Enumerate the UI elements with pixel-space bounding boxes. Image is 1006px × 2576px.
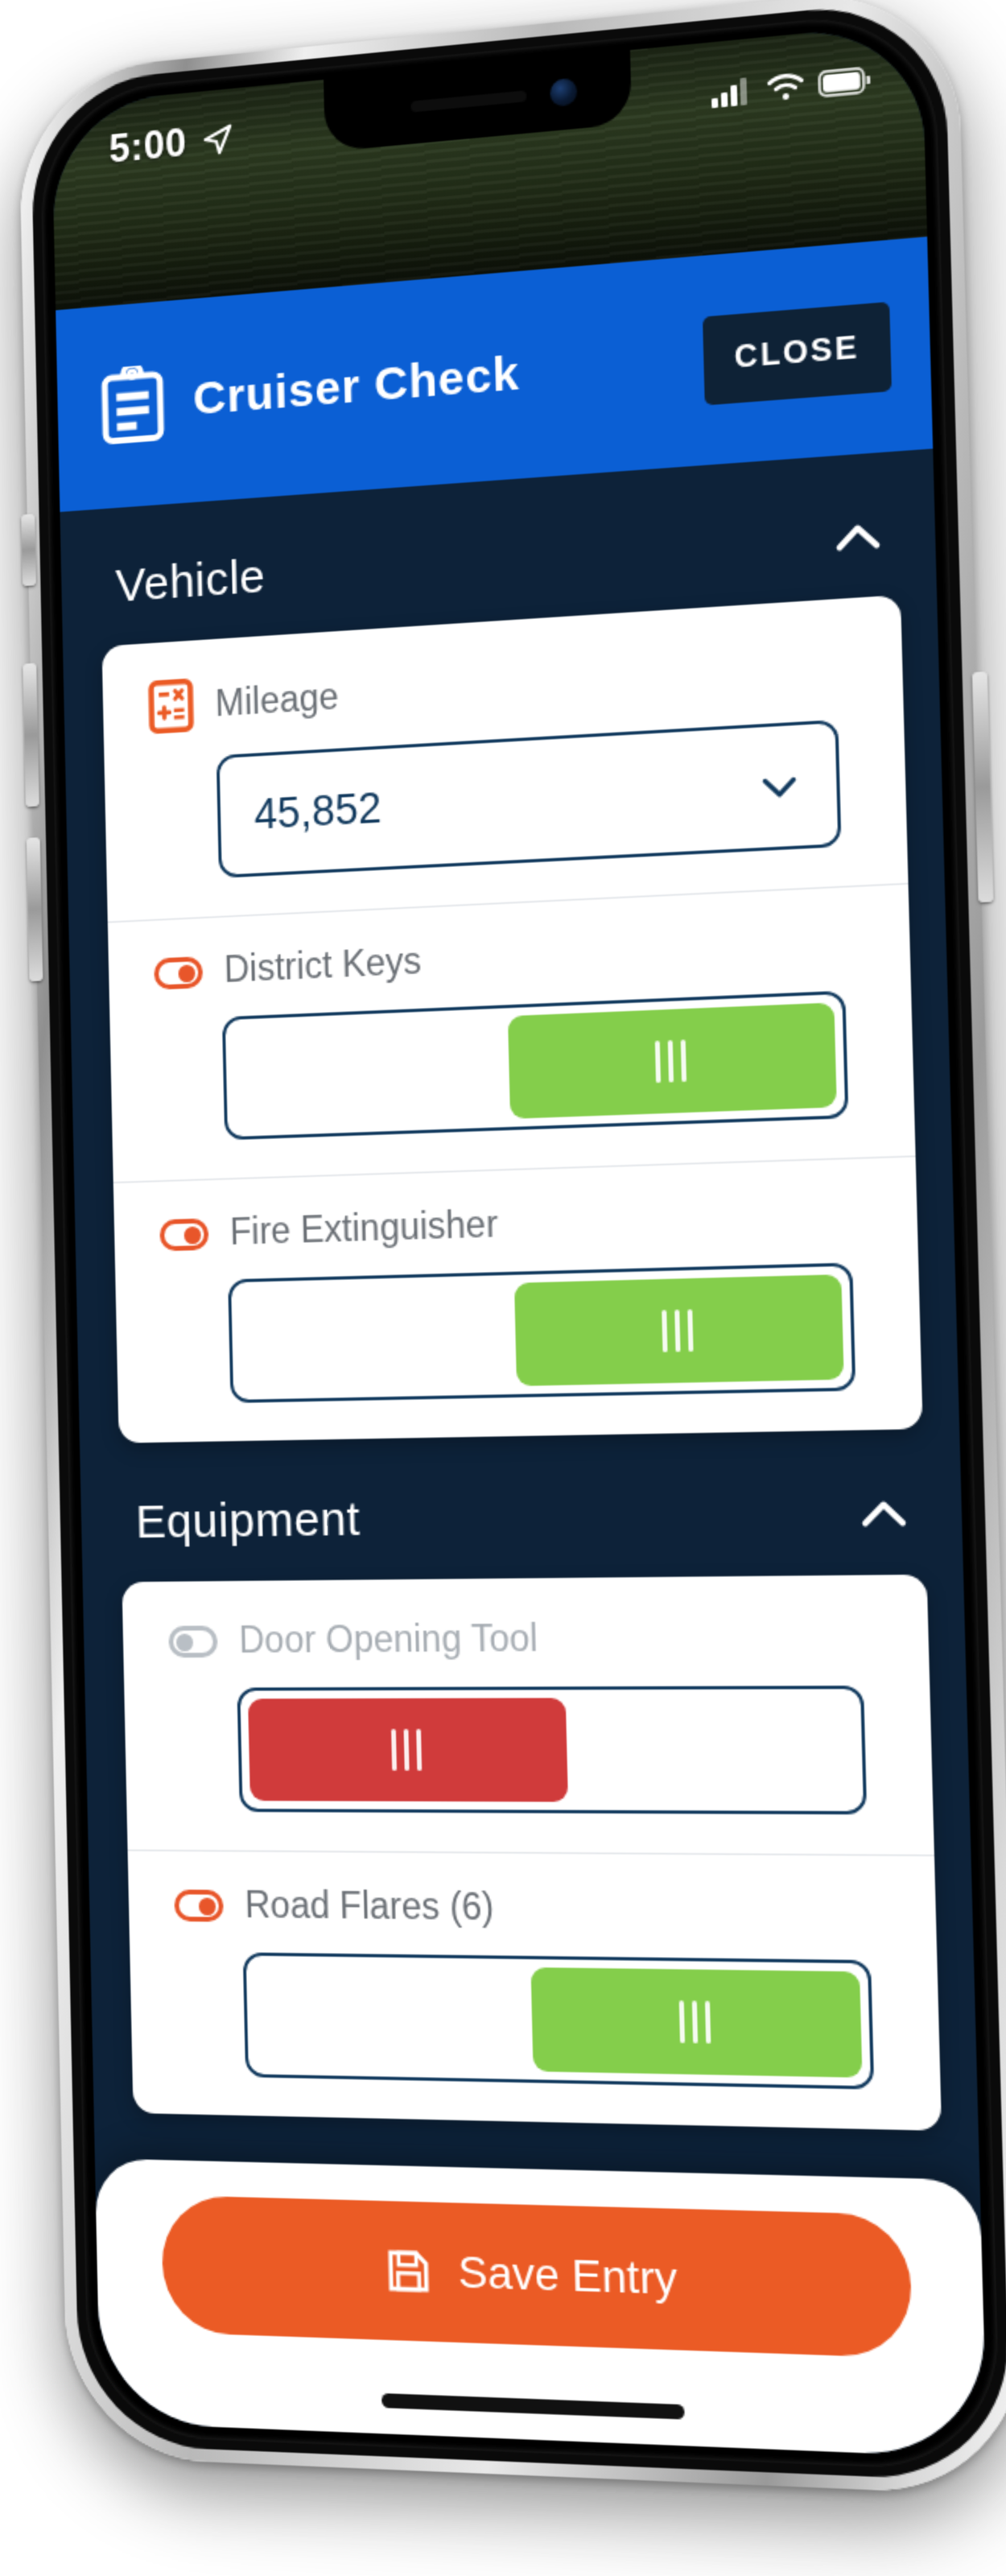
- district-keys-slider[interactable]: [221, 990, 849, 1141]
- battery-full-icon: [818, 65, 871, 97]
- wifi-icon: [766, 71, 806, 101]
- label-fire-extinguisher: Fire Extinguisher: [229, 1203, 499, 1253]
- form-row-fire-extinguisher: Fire Extinguisher: [113, 1155, 922, 1422]
- form-row-mileage: Mileage 45,852: [102, 605, 908, 899]
- location-arrow-icon: [200, 122, 234, 159]
- form-row-road-flares: Road Flares (6): [127, 1849, 942, 2107]
- slider-knob[interactable]: [248, 1698, 568, 1802]
- label-road-flares: Road Flares (6): [244, 1884, 495, 1928]
- fire-extinguisher-slider[interactable]: [228, 1262, 856, 1403]
- status-time: 5:00: [108, 120, 188, 171]
- section-header-equipment[interactable]: Equipment: [80, 1428, 963, 1575]
- row-label-mileage: Mileage: [136, 636, 868, 735]
- app-header-left: Cruiser Check: [99, 335, 521, 447]
- section-title-equipment: Equipment: [134, 1493, 361, 1549]
- slider-knob[interactable]: [514, 1274, 844, 1386]
- mileage-select[interactable]: 45,852: [216, 719, 842, 878]
- calculator-icon: [148, 678, 195, 734]
- phone-screen: 5:00 Cruiser Check CLOSE Vehicle Mileage…: [51, 22, 987, 2458]
- form-row-door-opening-tool: Door Opening Tool: [122, 1584, 934, 1831]
- cellular-signal-icon: [711, 77, 748, 109]
- row-label-district-keys: District Keys: [142, 919, 874, 996]
- footer-bar: Save Entry: [94, 2158, 987, 2458]
- road-flares-slider[interactable]: [242, 1952, 875, 2090]
- grip-icon: [390, 1728, 422, 1771]
- form-row-district-keys: District Keys: [107, 882, 915, 1160]
- grip-icon: [662, 1309, 694, 1352]
- home-indicator[interactable]: [381, 2392, 685, 2420]
- page-title: Cruiser Check: [192, 347, 521, 426]
- form-scroll-area[interactable]: Vehicle Mileage 45,852 District Keys Fir…: [60, 448, 987, 2458]
- section-title-vehicle: Vehicle: [114, 551, 266, 613]
- toggle-on-icon: [154, 955, 204, 989]
- label-district-keys: District Keys: [223, 939, 423, 990]
- toggle-off-icon: [168, 1624, 218, 1657]
- card-vehicle: Mileage 45,852 District Keys Fire Exting…: [101, 594, 923, 1443]
- save-entry-button[interactable]: Save Entry: [160, 2194, 913, 2359]
- row-label-road-flares: Road Flares (6): [162, 1883, 900, 1934]
- phone-wrapper: 5:00 Cruiser Check CLOSE Vehicle Mileage…: [8, 0, 1006, 2497]
- floppy-disk-icon: [382, 2244, 434, 2297]
- toggle-on-icon: [159, 1217, 209, 1251]
- mileage-value: 45,852: [254, 783, 382, 838]
- clipboard-icon: [99, 364, 167, 447]
- label-mileage: Mileage: [214, 675, 340, 724]
- chevron-up-icon[interactable]: [855, 1485, 913, 1542]
- close-button[interactable]: CLOSE: [703, 300, 893, 405]
- screenshot-canvas: 5:00 Cruiser Check CLOSE Vehicle Mileage…: [0, 0, 1006, 2576]
- save-entry-label: Save Entry: [457, 2246, 678, 2305]
- door-opening-tool-slider[interactable]: [237, 1685, 868, 1815]
- chevron-down-icon[interactable]: [754, 761, 804, 812]
- silent-switch[interactable]: [21, 514, 36, 587]
- phone-device: 5:00 Cruiser Check CLOSE Vehicle Mileage…: [6, 0, 1006, 2517]
- status-bar-left: 5:00: [109, 116, 234, 173]
- status-bar-right: [711, 64, 871, 109]
- label-door-opening-tool: Door Opening Tool: [238, 1616, 538, 1661]
- card-equipment: Door Opening Tool Road Flares (6): [122, 1574, 942, 2131]
- grip-icon: [678, 2000, 711, 2044]
- toggle-on-icon: [174, 1889, 224, 1922]
- chevron-up-icon[interactable]: [829, 508, 886, 567]
- row-label-fire-extinguisher: Fire Extinguisher: [147, 1191, 881, 1257]
- grip-icon: [654, 1039, 687, 1084]
- row-label-door-opening-tool: Door Opening Tool: [156, 1615, 893, 1663]
- slider-knob[interactable]: [530, 1967, 863, 2078]
- slider-knob[interactable]: [508, 1002, 837, 1119]
